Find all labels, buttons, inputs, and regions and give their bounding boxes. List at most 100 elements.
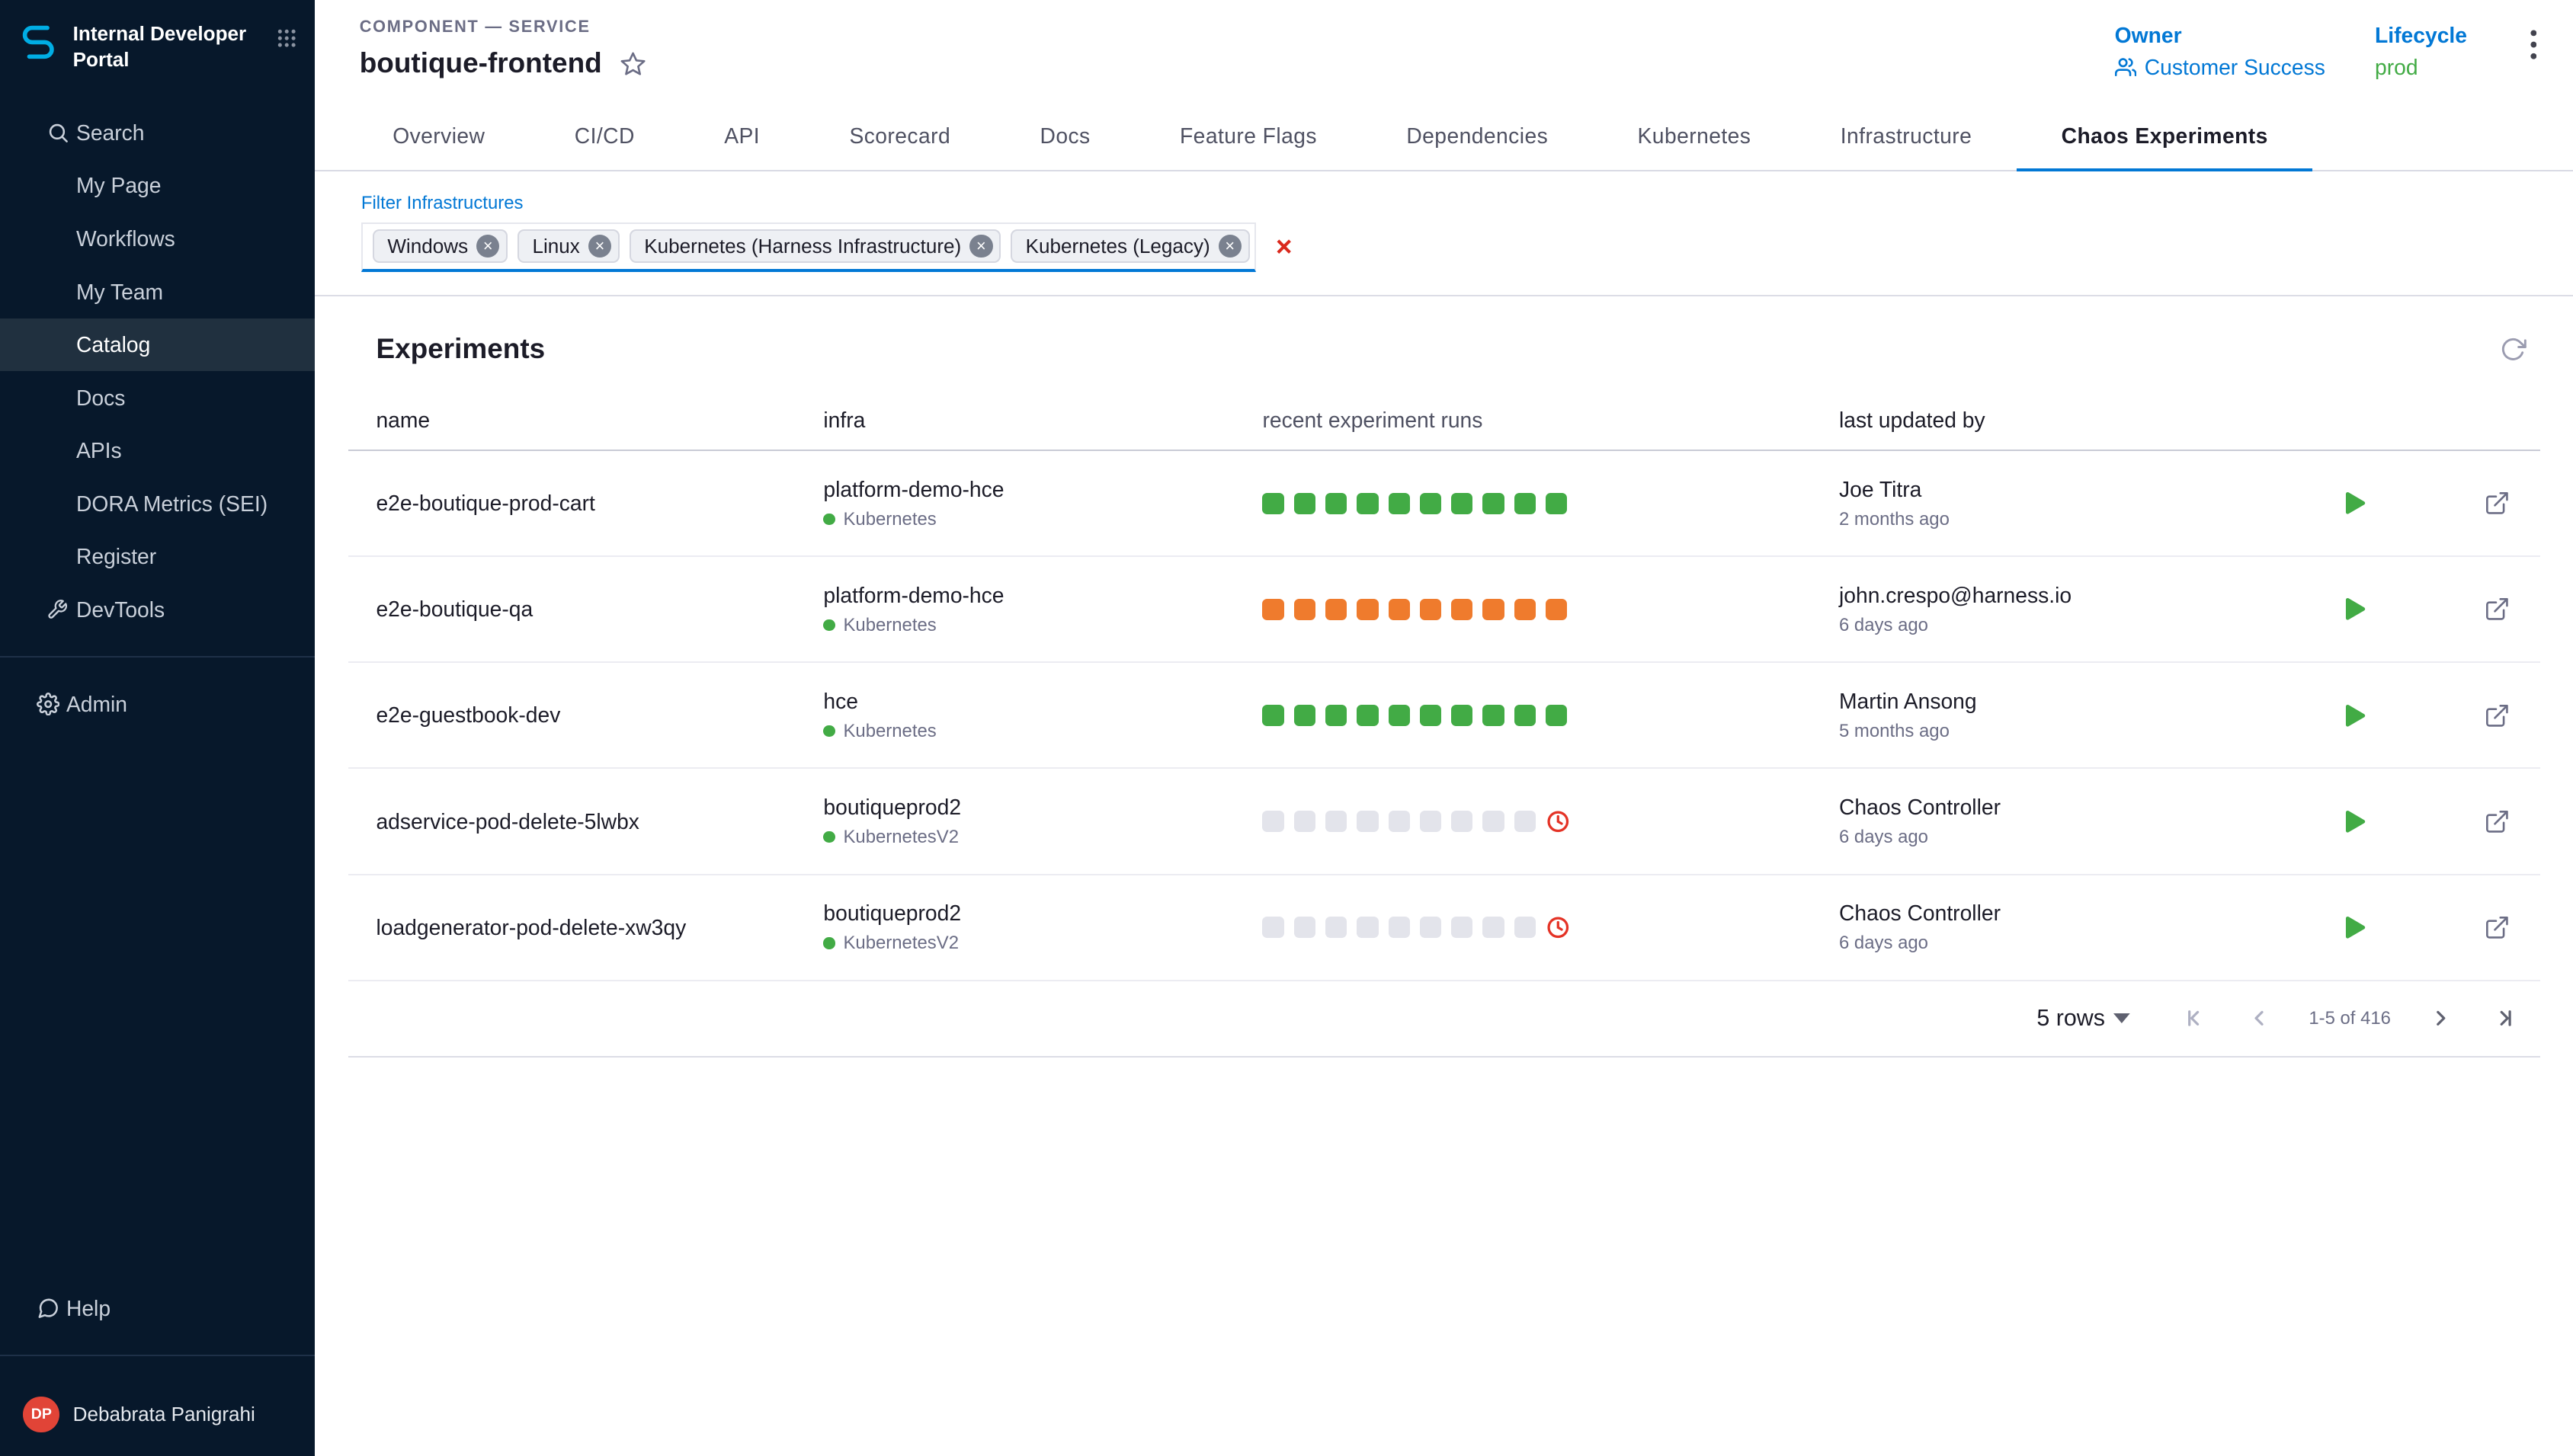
table-row[interactable]: e2e-boutique-qa platform-demo-hce Kubern…: [348, 557, 2540, 663]
run-status-square[interactable]: [1325, 493, 1347, 514]
run-status-square[interactable]: [1420, 811, 1441, 832]
run-status-square[interactable]: [1357, 493, 1378, 514]
sidebar-item-devtools[interactable]: DevTools: [0, 584, 315, 637]
tab-infrastructure[interactable]: Infrastructure: [1796, 100, 2017, 171]
open-in-new-icon[interactable]: [2484, 490, 2511, 517]
open-in-new-icon[interactable]: [2484, 914, 2511, 941]
apps-grid-icon[interactable]: [275, 20, 298, 56]
run-status-square[interactable]: [1294, 917, 1315, 938]
run-status-square[interactable]: [1262, 493, 1283, 514]
run-status-square[interactable]: [1451, 493, 1472, 514]
run-status-square[interactable]: [1357, 599, 1378, 620]
tab-kubernetes[interactable]: Kubernetes: [1593, 100, 1796, 171]
tab-docs[interactable]: Docs: [995, 100, 1135, 171]
table-row[interactable]: adservice-pod-delete-5lwbx boutiqueprod2…: [348, 769, 2540, 875]
sidebar-item-apis[interactable]: APIs: [0, 424, 315, 478]
run-status-square[interactable]: [1262, 705, 1283, 726]
infrastructure-filter-input[interactable]: Windows × Linux × Kubernetes (Harness In…: [361, 222, 1256, 272]
tab-feature-flags[interactable]: Feature Flags: [1135, 100, 1361, 171]
run-status-square[interactable]: [1420, 599, 1441, 620]
stopped-clock-icon[interactable]: [1546, 915, 1571, 940]
run-status-square[interactable]: [1389, 493, 1410, 514]
open-in-new-icon[interactable]: [2484, 596, 2511, 622]
table-row[interactable]: loadgenerator-pod-delete-xw3qy boutiquep…: [348, 875, 2540, 981]
chip-remove-icon[interactable]: ×: [588, 235, 611, 258]
tab-overview[interactable]: Overview: [348, 100, 530, 171]
run-status-square[interactable]: [1294, 599, 1315, 620]
run-status-square[interactable]: [1546, 599, 1567, 620]
next-page-button[interactable]: [2427, 1005, 2454, 1032]
run-experiment-button[interactable]: [2344, 809, 2366, 834]
table-row[interactable]: e2e-guestbook-dev hce Kubernetes Martin …: [348, 663, 2540, 769]
chip-remove-icon[interactable]: ×: [969, 235, 992, 258]
run-status-square[interactable]: [1294, 493, 1315, 514]
sidebar-item-search[interactable]: Search: [0, 107, 315, 160]
chip-remove-icon[interactable]: ×: [476, 235, 499, 258]
run-status-square[interactable]: [1357, 705, 1378, 726]
tab-cicd[interactable]: CI/CD: [530, 100, 679, 171]
run-status-square[interactable]: [1451, 917, 1472, 938]
run-status-square[interactable]: [1482, 811, 1504, 832]
tab-chaos-experiments[interactable]: Chaos Experiments: [2017, 100, 2313, 171]
run-status-square[interactable]: [1389, 811, 1410, 832]
run-status-square[interactable]: [1294, 811, 1315, 832]
run-status-square[interactable]: [1546, 493, 1567, 514]
run-status-square[interactable]: [1420, 493, 1441, 514]
run-status-square[interactable]: [1325, 917, 1347, 938]
run-status-square[interactable]: [1451, 811, 1472, 832]
filter-chip[interactable]: Linux ×: [517, 229, 620, 263]
tab-api[interactable]: API: [680, 100, 805, 171]
open-in-new-icon[interactable]: [2484, 808, 2511, 835]
sidebar-item-catalog[interactable]: Catalog: [0, 318, 315, 372]
sidebar-item-register[interactable]: Register: [0, 530, 315, 584]
run-status-square[interactable]: [1389, 917, 1410, 938]
chip-remove-icon[interactable]: ×: [1219, 235, 1242, 258]
run-status-square[interactable]: [1482, 917, 1504, 938]
run-status-square[interactable]: [1325, 599, 1347, 620]
user-profile[interactable]: DP Debabrata Panigrahi: [0, 1377, 315, 1456]
sidebar-item-help[interactable]: Help: [0, 1282, 315, 1336]
run-status-square[interactable]: [1357, 917, 1378, 938]
run-status-square[interactable]: [1482, 705, 1504, 726]
owner-link[interactable]: Customer Success: [2115, 55, 2325, 80]
run-status-square[interactable]: [1514, 917, 1536, 938]
run-status-square[interactable]: [1451, 599, 1472, 620]
favorite-star-icon[interactable]: [618, 46, 648, 79]
run-status-square[interactable]: [1325, 705, 1347, 726]
run-experiment-button[interactable]: [2344, 597, 2366, 622]
sidebar-item-dora-metrics[interactable]: DORA Metrics (SEI): [0, 478, 315, 531]
first-page-button[interactable]: [2183, 1005, 2209, 1032]
run-experiment-button[interactable]: [2344, 703, 2366, 728]
run-status-square[interactable]: [1389, 705, 1410, 726]
run-status-square[interactable]: [1420, 705, 1441, 726]
run-experiment-button[interactable]: [2344, 491, 2366, 516]
sidebar-item-docs[interactable]: Docs: [0, 371, 315, 424]
filter-chip[interactable]: Windows ×: [373, 229, 508, 263]
tab-dependencies[interactable]: Dependencies: [1362, 100, 1593, 171]
run-status-square[interactable]: [1546, 705, 1567, 726]
sidebar-item-my-team[interactable]: My Team: [0, 265, 315, 318]
run-status-square[interactable]: [1514, 705, 1536, 726]
run-status-square[interactable]: [1262, 811, 1283, 832]
run-status-square[interactable]: [1451, 705, 1472, 726]
run-status-square[interactable]: [1389, 599, 1410, 620]
run-status-square[interactable]: [1262, 599, 1283, 620]
run-status-square[interactable]: [1357, 811, 1378, 832]
sidebar-item-workflows[interactable]: Workflows: [0, 213, 315, 266]
run-status-square[interactable]: [1420, 917, 1441, 938]
run-status-square[interactable]: [1262, 917, 1283, 938]
run-status-square[interactable]: [1294, 705, 1315, 726]
filter-chip[interactable]: Kubernetes (Legacy) ×: [1011, 229, 1249, 263]
sidebar-item-my-page[interactable]: My Page: [0, 159, 315, 213]
rows-per-page-select[interactable]: 5 rows: [2036, 1005, 2129, 1032]
clear-filters-icon[interactable]: ×: [1276, 233, 1293, 261]
run-status-square[interactable]: [1514, 493, 1536, 514]
run-experiment-button[interactable]: [2344, 915, 2366, 940]
run-status-square[interactable]: [1514, 599, 1536, 620]
stopped-clock-icon[interactable]: [1546, 809, 1571, 834]
tab-scorecard[interactable]: Scorecard: [805, 100, 995, 171]
run-status-square[interactable]: [1514, 811, 1536, 832]
run-status-square[interactable]: [1482, 599, 1504, 620]
run-status-square[interactable]: [1325, 811, 1347, 832]
filter-chip[interactable]: Kubernetes (Harness Infrastructure) ×: [630, 229, 1001, 263]
